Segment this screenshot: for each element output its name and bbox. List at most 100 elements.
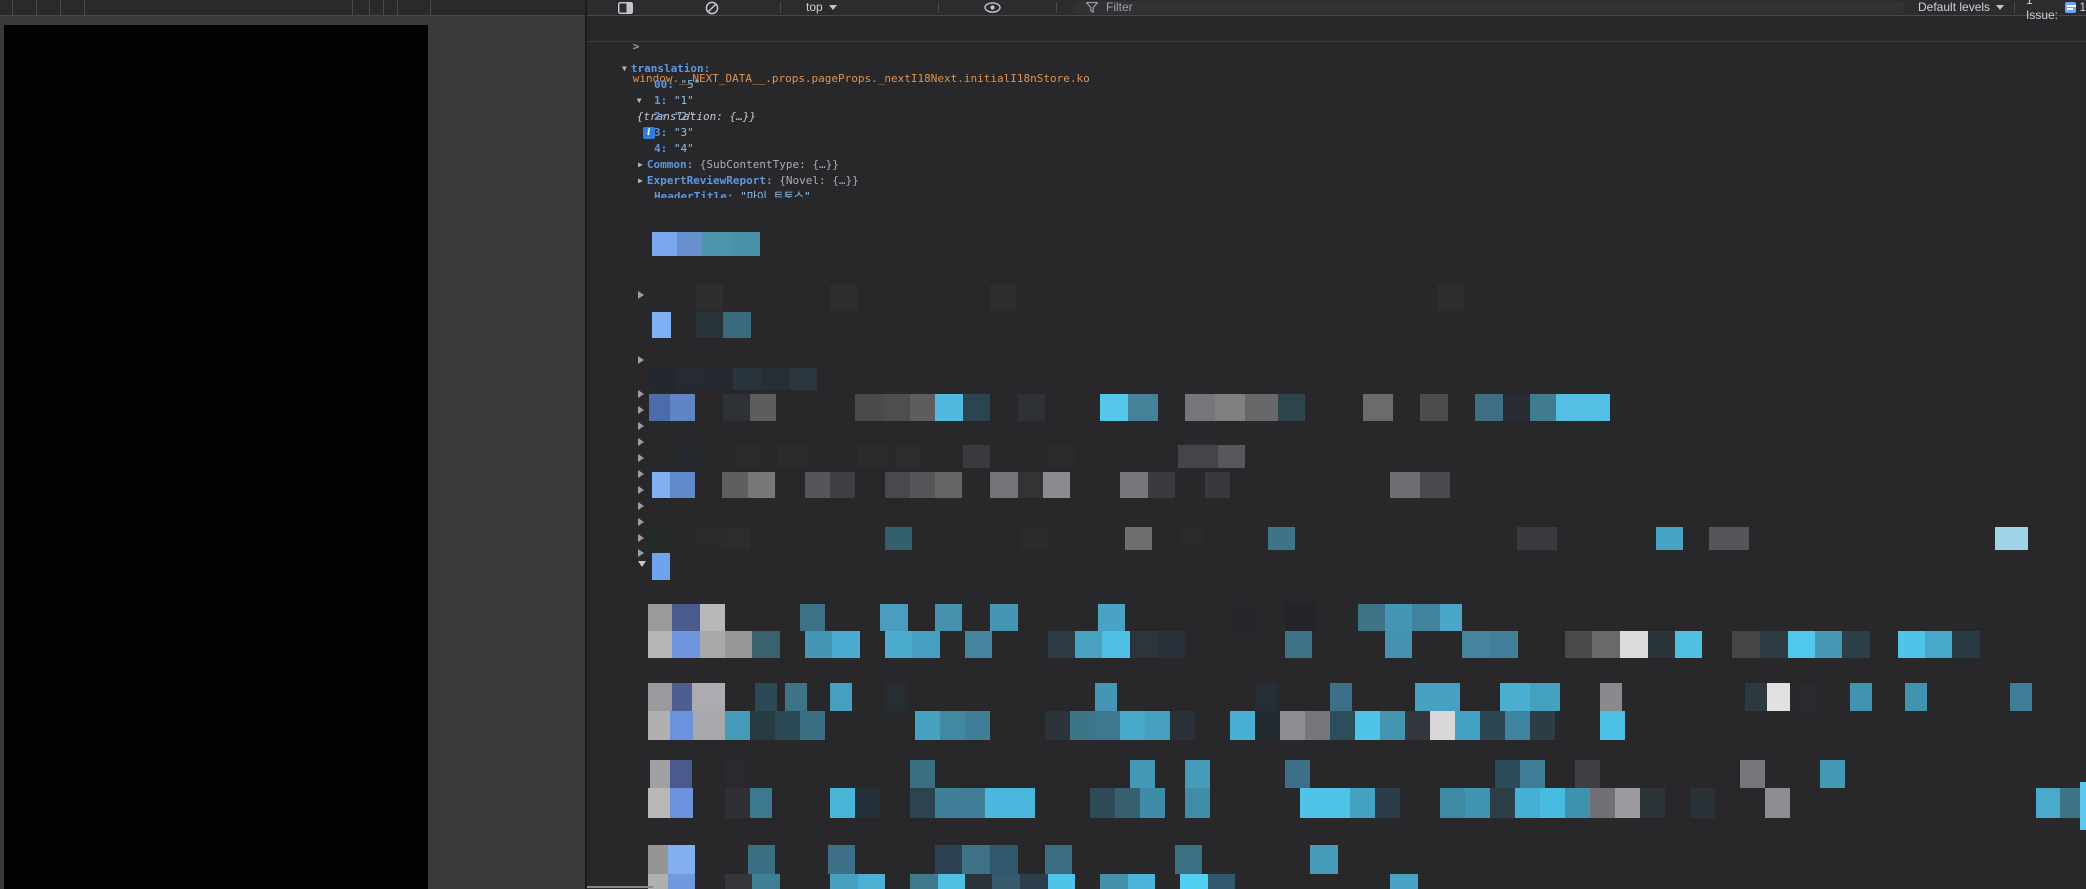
censored-block	[1440, 788, 1465, 818]
censored-block	[752, 874, 780, 889]
strip-tick	[60, 0, 61, 15]
issues-counter[interactable]: 1 Issue: 1	[2026, 0, 2086, 22]
create-live-expression-button[interactable]	[984, 0, 1001, 15]
censored-block	[830, 683, 852, 711]
javascript-context-selector[interactable]: top	[806, 0, 837, 15]
console-row-divider	[587, 41, 2086, 42]
expander-right-icon[interactable]	[638, 470, 644, 478]
censored-block	[1285, 631, 1312, 658]
censored-block	[1043, 472, 1070, 498]
censored-block	[1230, 604, 1258, 631]
clear-console-button[interactable]	[705, 0, 719, 15]
tree-row-1[interactable]: 1: "1"	[654, 93, 694, 109]
censored-block	[1120, 472, 1148, 498]
censored-block	[858, 445, 888, 468]
censored-block	[805, 631, 832, 658]
expander-right-icon[interactable]	[638, 454, 644, 462]
expander-right-icon[interactable]	[638, 502, 644, 510]
chevron-down-icon	[1996, 5, 2005, 10]
censored-block	[1815, 631, 1842, 658]
censored-block	[1102, 631, 1130, 658]
censored-block	[1285, 604, 1315, 631]
caret-down-icon[interactable]: ▼	[622, 61, 627, 77]
censored-block	[1732, 631, 1760, 658]
expander-right-icon[interactable]	[638, 291, 644, 299]
caret-right-icon[interactable]: ▶	[638, 173, 643, 189]
screenshot-root: top Filter Default levels Issue: 1 > win…	[0, 0, 2086, 889]
console-sidebar-toggle-button[interactable]	[618, 0, 633, 15]
censored-block	[910, 394, 935, 421]
expander-right-icon[interactable]	[638, 390, 644, 398]
expander-right-icon[interactable]	[638, 406, 644, 414]
expander-down-icon[interactable]	[638, 561, 646, 567]
censored-block	[1310, 845, 1338, 874]
expander-right-icon[interactable]	[638, 549, 644, 557]
censored-block	[1995, 527, 2028, 550]
expander-right-icon[interactable]	[638, 486, 644, 494]
censored-block	[750, 394, 776, 421]
censored-block	[1592, 631, 1620, 658]
caret-down-icon[interactable]: ▼	[637, 93, 642, 109]
tree-row-3[interactable]: 3: "3"	[654, 125, 694, 141]
censored-block	[1020, 874, 1048, 889]
console-toolbar: top Filter Default levels Issue: 1	[587, 0, 2086, 22]
censored-block	[775, 711, 800, 740]
censored-block	[1515, 788, 1540, 818]
tree-row-translation[interactable]: ▼ translation:	[622, 61, 710, 77]
expander-right-icon[interactable]	[638, 422, 644, 430]
censored-block	[1175, 845, 1202, 874]
info-badge-icon[interactable]: i	[642, 127, 655, 139]
funnel-icon	[1086, 0, 1098, 15]
censored-block	[672, 631, 700, 658]
censored-block	[830, 472, 855, 498]
censored-block	[832, 631, 860, 658]
censored-block	[1100, 874, 1128, 889]
censored-block	[1245, 394, 1278, 421]
censored-block	[705, 368, 733, 390]
censored-block	[1656, 527, 1683, 550]
tree-row-00[interactable]: 00: "5"	[654, 77, 700, 93]
censored-block	[830, 874, 858, 889]
expander-right-icon[interactable]	[638, 534, 644, 542]
tree-row-HeaderTitle[interactable]: HeaderTitle: "마이 트토스"	[654, 189, 811, 198]
censored-block	[649, 394, 670, 421]
censored-block	[778, 445, 808, 468]
censored-block	[1600, 683, 1622, 711]
censored-block	[1480, 711, 1505, 740]
censored-block	[670, 394, 695, 421]
property-value-preview: {Novel: {…}}	[772, 174, 859, 187]
console-sidebar-icon	[618, 1, 633, 14]
expander-right-icon[interactable]	[638, 438, 644, 446]
censored-block	[1128, 394, 1158, 421]
censored-block	[1556, 394, 1610, 421]
censored-block	[965, 711, 990, 740]
censored-block	[990, 285, 1016, 311]
expander-right-icon[interactable]	[638, 356, 644, 364]
tree-row-4[interactable]: 4: "4"	[654, 141, 694, 157]
caret-right-icon[interactable]: ▶	[638, 157, 643, 173]
censored-block	[1363, 394, 1393, 421]
tree-row-ExpertReviewReport[interactable]: ▶ ExpertReviewReport: {Novel: {…}}	[638, 173, 859, 189]
censored-block	[1905, 683, 1927, 711]
page-black-canvas	[4, 25, 428, 889]
censored-block	[1767, 683, 1790, 711]
log-level-selector[interactable]: Default levels	[1918, 0, 2005, 15]
censored-block	[935, 845, 962, 874]
eye-icon	[984, 2, 1001, 13]
censored-block	[733, 368, 761, 390]
censored-block	[1898, 631, 1925, 658]
expander-right-icon[interactable]	[638, 518, 644, 526]
censored-block	[648, 788, 670, 818]
tree-row-2[interactable]: 2: "2"	[654, 109, 694, 125]
censored-block	[985, 788, 1035, 818]
censored-block	[700, 631, 725, 658]
strip-tick	[12, 0, 13, 15]
censored-block	[648, 711, 670, 740]
tree-row-Common[interactable]: ▶ Common: {SubContentType: {…}}	[638, 157, 839, 173]
filter-input[interactable]: Filter	[1073, 0, 1905, 15]
property-key: translation:	[630, 62, 711, 75]
censored-block	[692, 683, 725, 711]
censored-block	[723, 394, 750, 421]
censored-block	[1760, 631, 1788, 658]
censored-block	[1178, 445, 1218, 468]
